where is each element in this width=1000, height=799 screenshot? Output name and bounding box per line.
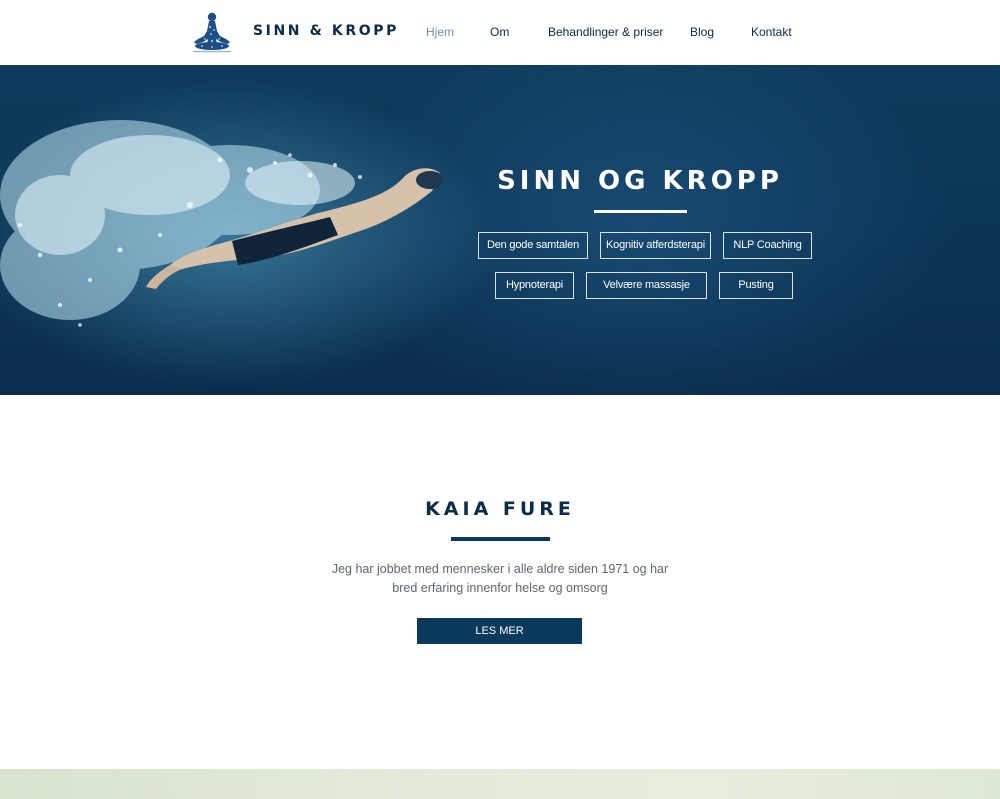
hero-title: SINN OG KROPP xyxy=(497,166,783,196)
service-chip-kognitiv-atferdsterapi[interactable]: Kognitiv atferdsterapi xyxy=(600,232,711,259)
service-chip-nlp-coaching[interactable]: NLP Coaching xyxy=(723,232,812,259)
hero-divider xyxy=(594,210,687,213)
main-nav: Hjem Om Behandlinger & priser Blog Konta… xyxy=(0,25,1000,41)
about-title: KAIA FURE xyxy=(425,498,575,520)
swimmer-underwater-image xyxy=(0,120,444,327)
nav-om[interactable]: Om xyxy=(490,25,509,39)
nav-blog[interactable]: Blog xyxy=(690,25,714,39)
les-mer-button[interactable]: LES MER xyxy=(417,618,582,644)
next-section-strip xyxy=(0,769,1000,799)
nav-hjem[interactable]: Hjem xyxy=(426,25,454,39)
service-chip-velvaere-massasje[interactable]: Velvære massasje xyxy=(586,272,707,299)
service-chip-pusting[interactable]: Pusting xyxy=(719,272,793,299)
service-chip-hypnoterapi[interactable]: Hypnoterapi xyxy=(495,272,574,299)
hero-banner: SINN OG KROPP Den gode samtalen Kognitiv… xyxy=(0,65,1000,395)
site-header: SINN & KROPP Hjem Om Behandlinger & pris… xyxy=(0,0,1000,65)
about-divider xyxy=(451,537,550,541)
nav-behandlinger-priser[interactable]: Behandlinger & priser xyxy=(548,25,663,39)
about-text: Jeg har jobbet med mennesker i alle aldr… xyxy=(331,562,669,595)
service-chip-den-gode-samtalen[interactable]: Den gode samtalen xyxy=(478,232,588,259)
nav-kontakt[interactable]: Kontakt xyxy=(751,25,792,39)
